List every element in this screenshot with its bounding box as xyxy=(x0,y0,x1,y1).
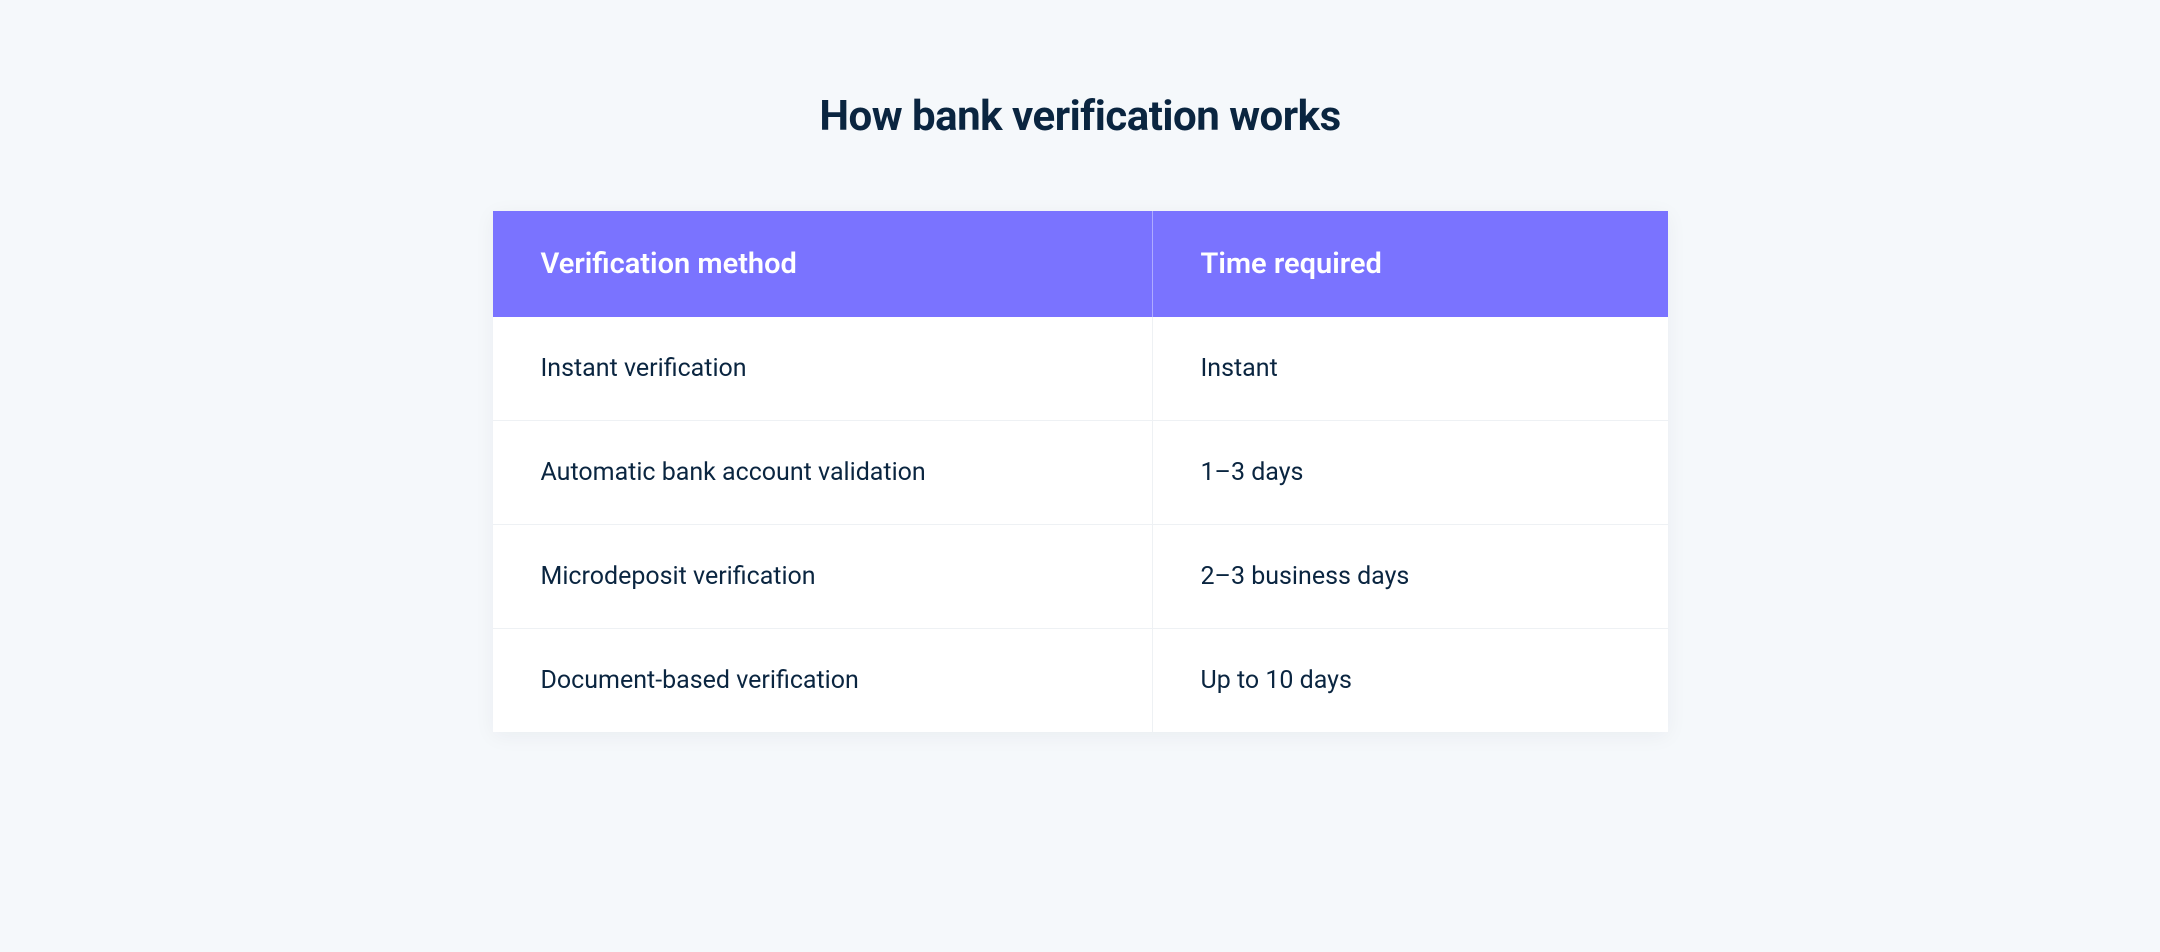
table-header-row: Verification method Time required xyxy=(493,211,1668,317)
table-header-method: Verification method xyxy=(493,211,1153,317)
cell-method: Automatic bank account validation xyxy=(493,421,1153,524)
table-header-time: Time required xyxy=(1153,211,1668,317)
table-row: Automatic bank account validation 1–3 da… xyxy=(493,421,1668,525)
verification-table: Verification method Time required Instan… xyxy=(493,211,1668,732)
cell-time: 2–3 business days xyxy=(1153,525,1668,628)
cell-method: Document-based verification xyxy=(493,629,1153,732)
table-row: Instant verification Instant xyxy=(493,317,1668,421)
cell-method: Instant verification xyxy=(493,317,1153,420)
cell-time: Up to 10 days xyxy=(1153,629,1668,732)
cell-method: Microdeposit verification xyxy=(493,525,1153,628)
table-row: Document-based verification Up to 10 day… xyxy=(493,629,1668,732)
cell-time: Instant xyxy=(1153,317,1668,420)
cell-time: 1–3 days xyxy=(1153,421,1668,524)
table-row: Microdeposit verification 2–3 business d… xyxy=(493,525,1668,629)
page-title: How bank verification works xyxy=(819,92,1340,141)
